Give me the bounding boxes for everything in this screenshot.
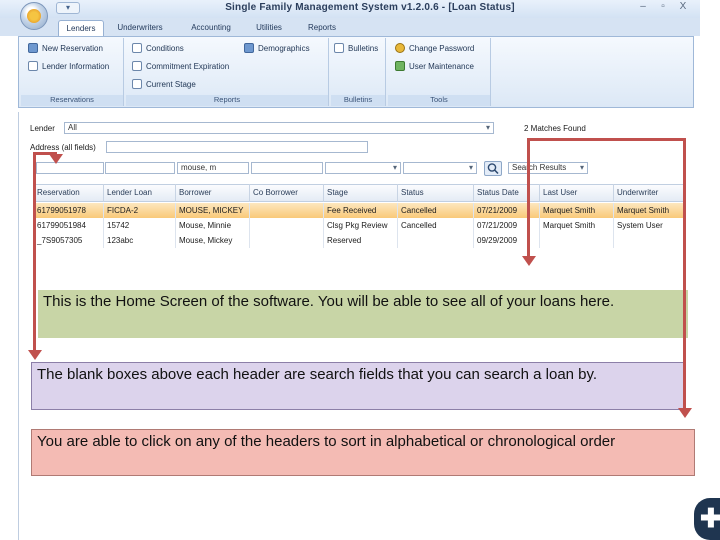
stage-search-select[interactable] <box>325 162 401 174</box>
close-button[interactable]: X <box>676 1 690 13</box>
window-title: Single Family Management System v1.2.0.6… <box>225 2 515 13</box>
arrow-left-head <box>28 350 42 360</box>
arrow-right-inner-head <box>522 256 536 266</box>
bulletins-button[interactable]: Bulletins <box>334 43 378 55</box>
change-password-button[interactable]: Change Password <box>395 43 474 55</box>
commitment-expiration-button[interactable]: Commitment Expiration <box>132 61 229 73</box>
cell-reservation: 61799051984 <box>34 218 104 233</box>
ribbon-tabs <box>0 18 700 36</box>
cell-borrower: MOUSE, MICKEY <box>176 203 250 218</box>
cell-borrower: Mouse, Mickey <box>176 233 250 248</box>
cell-stage: Clsg Pkg Review <box>324 218 398 233</box>
minimize-button[interactable]: – <box>636 1 650 13</box>
tab-lenders[interactable]: Lenders <box>58 20 104 36</box>
lender-information-button[interactable]: Lender Information <box>28 61 109 73</box>
status-search-select[interactable] <box>403 162 477 174</box>
cell-underwriter: Marquet Smith <box>614 203 686 218</box>
cell-co-borrower <box>250 203 324 218</box>
callout-sort-headers: You are able to click on any of the head… <box>31 429 695 476</box>
cell-underwriter <box>614 233 686 248</box>
cell-lender-loan: 15742 <box>104 218 176 233</box>
key-icon <box>395 43 405 53</box>
cell-stage: Fee Received <box>324 203 398 218</box>
cell-co-borrower <box>250 218 324 233</box>
cell-stage: Reserved <box>324 233 398 248</box>
new-reservation-icon <box>28 43 38 53</box>
tab-underwriters[interactable]: Underwriters <box>110 20 170 36</box>
cell-status: Cancelled <box>398 218 474 233</box>
header-status-date[interactable]: Status Date <box>474 184 540 202</box>
slide-edge <box>700 0 720 540</box>
current-stage-button[interactable]: Current Stage <box>132 79 196 91</box>
tab-reports[interactable]: Reports <box>302 20 342 36</box>
cell-last-user <box>540 233 614 248</box>
header-status[interactable]: Status <box>398 184 474 202</box>
tab-accounting[interactable]: Accounting <box>182 20 240 36</box>
group-label-bulletins: Bulletins <box>331 95 385 106</box>
cell-last-user: Marquet Smith <box>540 203 614 218</box>
cell-status: Cancelled <box>398 203 474 218</box>
cell-reservation: 61799051978 <box>34 203 104 218</box>
cell-lender-loan: 123abc <box>104 233 176 248</box>
user-icon <box>395 61 405 71</box>
address-search-input[interactable] <box>106 141 368 153</box>
commitment-icon <box>132 61 142 71</box>
arrow-right-top <box>527 138 685 141</box>
group-label-tools: Tools <box>388 95 490 106</box>
cell-reservation: _7S9057305 <box>34 233 104 248</box>
header-underwriter[interactable]: Underwriter <box>614 184 686 202</box>
plus-icon: ✚ <box>700 503 720 533</box>
app-logo-icon <box>27 9 41 23</box>
conditions-button[interactable]: Conditions <box>132 43 184 55</box>
arrow-right-outer-line <box>683 138 686 410</box>
borrower-search-input[interactable]: mouse, m <box>177 162 249 174</box>
header-borrower[interactable]: Borrower <box>176 184 250 202</box>
co-borrower-search-input[interactable] <box>251 162 323 174</box>
tab-utilities[interactable]: Utilities <box>248 20 290 36</box>
arrow-left-line <box>33 152 36 352</box>
magnifier-icon <box>487 163 499 175</box>
callout-search-fields: The blank boxes above each header are se… <box>31 362 685 410</box>
reservation-search-input[interactable] <box>36 162 104 174</box>
cell-last-user: Marquet Smith <box>540 218 614 233</box>
demographics-icon <box>244 43 254 53</box>
address-label: Address (all fields) <box>30 143 96 152</box>
lender-info-icon <box>28 61 38 71</box>
cell-underwriter: System User <box>614 218 686 233</box>
current-stage-icon <box>132 79 142 89</box>
cell-status-date: 09/29/2009 <box>474 233 540 248</box>
callout-home-screen: This is the Home Screen of the software.… <box>38 290 688 338</box>
conditions-icon <box>132 43 142 53</box>
header-co-borrower[interactable]: Co Borrower <box>250 184 324 202</box>
matches-count: 2 Matches Found <box>524 124 586 133</box>
cell-borrower: Mouse, Minnie <box>176 218 250 233</box>
cell-status-date: 07/21/2009 <box>474 218 540 233</box>
restore-button[interactable]: ▫ <box>656 1 670 13</box>
quick-access-toolbar[interactable]: ▾ <box>56 2 80 14</box>
user-maintenance-button[interactable]: User Maintenance <box>395 61 474 73</box>
bulletins-icon <box>334 43 344 53</box>
cell-lender-loan: FICDA-2 <box>104 203 176 218</box>
demographics-button[interactable]: Demographics <box>244 43 310 55</box>
header-stage[interactable]: Stage <box>324 184 398 202</box>
lender-label: Lender <box>30 124 55 133</box>
arrow-right-inner-line <box>527 138 530 258</box>
group-label-reports: Reports <box>126 95 328 106</box>
group-label-reservations: Reservations <box>21 95 123 106</box>
header-reservation[interactable]: Reservation <box>34 184 104 202</box>
cell-status <box>398 233 474 248</box>
header-last-user[interactable]: Last User <box>540 184 614 202</box>
arrow-right-outer-head <box>678 408 692 418</box>
cell-co-borrower <box>250 233 324 248</box>
results-dropdown[interactable]: Search Results <box>508 162 588 174</box>
lender-loan-search-input[interactable] <box>105 162 175 174</box>
cell-status-date: 07/21/2009 <box>474 203 540 218</box>
lender-select[interactable]: All <box>64 122 494 134</box>
new-reservation-button[interactable]: New Reservation <box>28 43 103 55</box>
arrow-left-small-head <box>49 154 63 164</box>
header-lender-loan[interactable]: Lender Loan <box>104 184 176 202</box>
search-button[interactable] <box>484 161 502 176</box>
